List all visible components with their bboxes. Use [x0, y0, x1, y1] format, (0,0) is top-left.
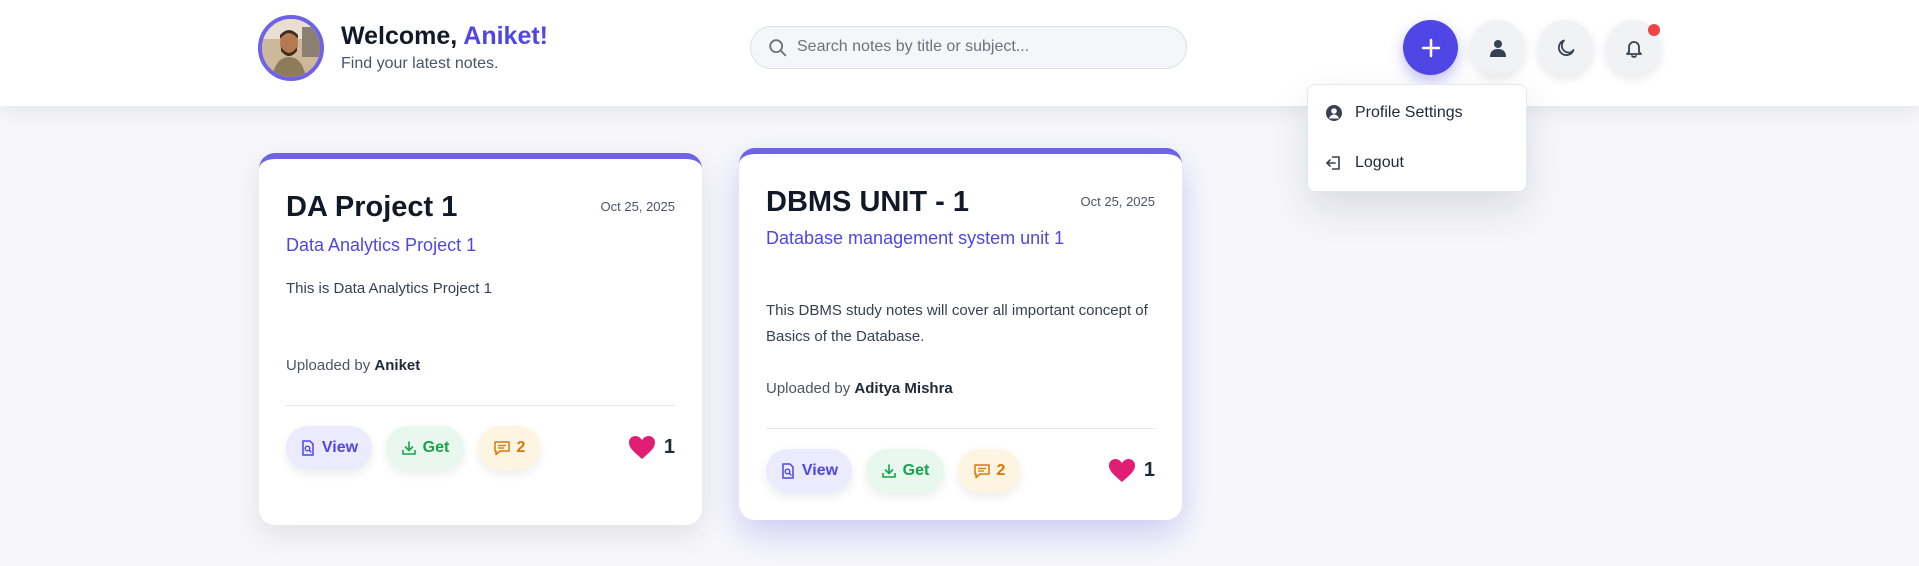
- avatar-image: [262, 19, 320, 77]
- user-circle-icon: [1326, 105, 1342, 121]
- welcome-heading: Welcome, Aniket!: [341, 22, 548, 51]
- top-header: Welcome, Aniket! Find your latest notes.: [0, 0, 1919, 106]
- logout-icon: [1326, 156, 1340, 170]
- profile-button[interactable]: [1470, 20, 1525, 75]
- download-button[interactable]: Get: [866, 449, 944, 493]
- note-uploader: Uploaded by Aniket: [286, 357, 420, 374]
- note-description: This is Data Analytics Project 1: [286, 280, 492, 297]
- welcome-subtitle: Find your latest notes.: [341, 55, 499, 72]
- download-icon: [401, 441, 416, 455]
- note-uploader: Uploaded by Aditya Mishra: [766, 380, 953, 397]
- download-icon: [881, 464, 896, 478]
- search-input[interactable]: [797, 27, 1177, 67]
- note-date: Oct 25, 2025: [1080, 194, 1155, 209]
- comments-button[interactable]: 2: [478, 426, 540, 470]
- likes-count: 1: [663, 436, 675, 458]
- notification-badge: [1648, 24, 1660, 36]
- theme-toggle-button[interactable]: [1538, 20, 1593, 75]
- get-label: Get: [902, 462, 930, 479]
- plus-icon: [1421, 38, 1440, 57]
- comments-count: 2: [996, 462, 1006, 479]
- view-label: View: [321, 439, 359, 456]
- moon-icon: [1557, 39, 1574, 56]
- note-title: DBMS UNIT - 1: [766, 186, 969, 218]
- menu-item-label: Logout: [1355, 154, 1404, 171]
- comments-count: 2: [516, 439, 526, 456]
- add-note-button[interactable]: [1403, 20, 1458, 75]
- uploaded-by-label: Uploaded by: [286, 357, 375, 374]
- get-label: Get: [422, 439, 450, 456]
- bell-icon: [1625, 40, 1642, 58]
- search-icon: [769, 39, 787, 57]
- heart-icon: [1108, 459, 1135, 482]
- like-button[interactable]: 1: [1108, 458, 1155, 483]
- note-description: This DBMS study notes will cover all imp…: [766, 302, 1148, 345]
- view-label: View: [801, 462, 839, 479]
- likes-count: 1: [1143, 459, 1155, 481]
- welcome-prefix: Welcome,: [341, 22, 464, 50]
- user-name: Aniket!: [463, 22, 548, 50]
- download-button[interactable]: Get: [386, 426, 464, 470]
- menu-item-profile-settings[interactable]: Profile Settings: [1325, 100, 1463, 126]
- user-icon: [1489, 39, 1506, 57]
- avatar[interactable]: [258, 15, 324, 81]
- search-bar: [750, 26, 1187, 69]
- uploader-name: Aniket: [374, 357, 421, 374]
- note-date: Oct 25, 2025: [600, 199, 675, 214]
- comments-button[interactable]: 2: [958, 449, 1020, 493]
- uploaded-by-label: Uploaded by: [766, 380, 855, 397]
- menu-item-label: Profile Settings: [1355, 104, 1463, 121]
- file-search-icon: [302, 440, 314, 456]
- heart-icon: [628, 436, 655, 459]
- view-button[interactable]: View: [766, 449, 852, 493]
- comment-icon: [973, 464, 990, 479]
- note-title: DA Project 1: [286, 191, 458, 223]
- note-card[interactable]: DA Project 1 Oct 25, 2025 Data Analytics…: [259, 153, 702, 525]
- file-search-icon: [782, 463, 794, 479]
- like-button[interactable]: 1: [628, 435, 675, 460]
- comment-icon: [493, 441, 510, 456]
- note-card[interactable]: DBMS UNIT - 1 Oct 25, 2025 Database mana…: [739, 148, 1182, 520]
- card-divider: [766, 428, 1155, 429]
- note-subject: Data Analytics Project 1: [286, 235, 477, 255]
- uploader-name: Aditya Mishra: [854, 380, 953, 397]
- card-divider: [286, 405, 675, 406]
- note-subject: Database management system unit 1: [766, 228, 1065, 248]
- menu-item-logout[interactable]: Logout: [1325, 150, 1404, 176]
- view-button[interactable]: View: [286, 426, 372, 470]
